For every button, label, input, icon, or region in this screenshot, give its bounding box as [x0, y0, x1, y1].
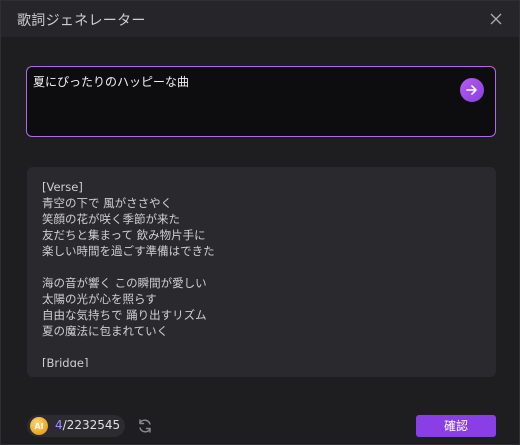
lyric-line: 夏の魔法に包まれていく — [42, 324, 169, 338]
prompt-input[interactable]: 夏にぴったりのハッピーな曲 — [33, 73, 453, 90]
lyric-line: 笑顔の花が咲く季節が来た — [42, 212, 180, 226]
coin-label: AI — [34, 421, 44, 431]
send-button[interactable] — [460, 78, 484, 102]
lyric-line — [42, 339, 486, 355]
close-icon — [490, 13, 502, 25]
refresh-button[interactable] — [136, 417, 154, 435]
lyrics-text: [Verse] 青空の下で 風がささやく 笑顔の花が咲く季節が来た友だちと集まって … — [42, 179, 486, 367]
refresh-icon — [139, 419, 151, 433]
credits-total: /2232545 — [62, 418, 121, 432]
lyric-line: 太陽の光が心を照らす — [42, 292, 157, 306]
prompt-input-box[interactable]: 夏にぴったりのハッピーな曲 — [26, 66, 496, 137]
lyric-line: 青空の下で 風がささやく — [42, 196, 173, 210]
coin-icon: AI — [30, 417, 48, 435]
confirm-button[interactable]: 確認 — [416, 415, 496, 437]
lyric-line: 楽しい時間を過ごす準備はできた — [42, 244, 215, 258]
lyric-line: [Bridge] — [42, 356, 89, 367]
lyric-line: 自由な気持ちで 踊り出すリズム — [42, 308, 207, 322]
arrow-right-icon — [466, 85, 477, 95]
dialog-title: 歌詞ジェネレーター — [17, 13, 146, 29]
credits-used: 4 — [55, 418, 63, 432]
lyric-line: 海の音が響く この瞬間が愛しい — [42, 276, 207, 290]
lyric-line: 友だちと集まって 飲み物片手に — [42, 228, 206, 242]
credit-counter: AI 4/2232545 — [27, 415, 125, 437]
lyric-line: [Verse] — [42, 180, 83, 194]
close-button[interactable] — [487, 10, 505, 28]
lyrics-generator-dialog: 歌詞ジェネレーター 夏にぴったりのハッピーな曲 [Verse] 青空の下で 風がさ… — [0, 0, 520, 445]
title-bar: 歌詞ジェネレーター — [1, 1, 519, 37]
credit-text: 4/2232545 — [55, 418, 120, 432]
lyric-line — [42, 259, 486, 275]
lyrics-output-panel[interactable]: [Verse] 青空の下で 風がささやく 笑顔の花が咲く季節が来た友だちと集まって … — [27, 167, 496, 377]
